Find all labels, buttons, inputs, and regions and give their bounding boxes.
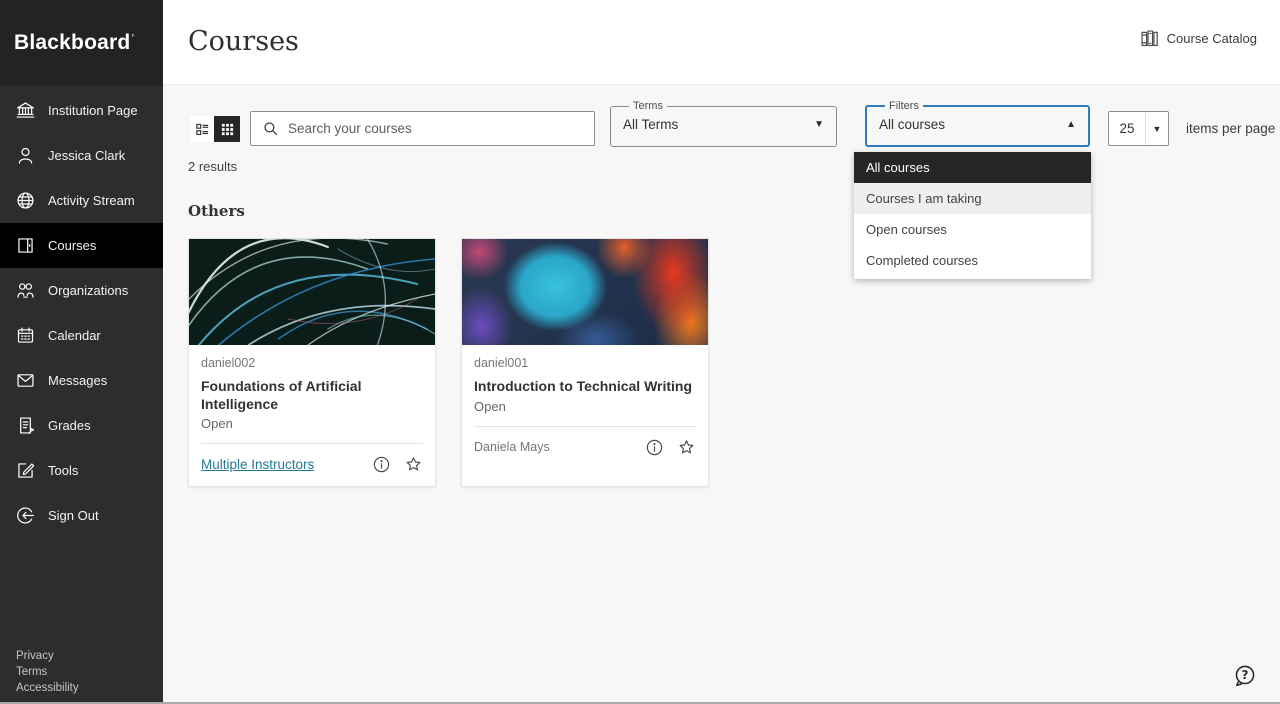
globe-icon: [14, 190, 36, 212]
filter-option-open-courses[interactable]: Open courses: [854, 214, 1091, 245]
page-header: Courses Course Catalog: [163, 0, 1280, 85]
question-bubble-icon: ?: [1232, 663, 1257, 688]
filters-value: All courses: [879, 117, 945, 132]
chevron-down-icon: ▼: [1146, 112, 1168, 145]
instructor-link[interactable]: Multiple Instructors: [201, 457, 314, 472]
sidebar-item-activity-stream[interactable]: Activity Stream: [0, 178, 163, 223]
filter-option-completed-courses[interactable]: Completed courses: [854, 245, 1091, 276]
items-per-page-select[interactable]: 25 ▼: [1108, 111, 1169, 146]
course-catalog-label: Course Catalog: [1167, 31, 1257, 46]
filters-legend: Filters: [885, 100, 923, 112]
courses-icon: [14, 235, 36, 257]
star-icon[interactable]: [677, 438, 696, 457]
app-window: Blackboard’ Institution Page Jessica Cla…: [0, 0, 1280, 704]
course-status: Open: [474, 399, 696, 414]
course-card-list: daniel002 Foundations of Artificial Inte…: [188, 238, 709, 487]
grid-view-button[interactable]: [214, 116, 240, 142]
divider: [474, 426, 696, 427]
list-view-icon: [195, 122, 210, 137]
grid-view-icon: [220, 122, 235, 137]
sidebar-item-label: Activity Stream: [48, 193, 135, 208]
course-title[interactable]: Foundations of Artificial Intelligence: [201, 378, 423, 413]
logo-trademark: ’: [131, 33, 134, 44]
course-image: [462, 239, 708, 345]
course-status: Open: [201, 416, 423, 431]
sidebar-item-label: Institution Page: [48, 103, 138, 118]
chevron-down-icon: ▼: [814, 119, 824, 130]
sidebar-item-organizations[interactable]: Organizations: [0, 268, 163, 313]
svg-text:?: ?: [1242, 668, 1249, 682]
tools-icon: [14, 460, 36, 482]
calendar-icon: [14, 325, 36, 347]
course-card[interactable]: daniel001 Introduction to Technical Writ…: [461, 238, 709, 487]
person-icon: [14, 145, 36, 167]
info-icon[interactable]: [645, 438, 664, 457]
grades-icon: [14, 415, 36, 437]
sidebar-item-label: Messages: [48, 373, 107, 388]
section-title: Others: [188, 202, 245, 220]
sidebar-item-calendar[interactable]: Calendar: [0, 313, 163, 358]
items-per-page-label: items per page: [1186, 121, 1275, 136]
help-button[interactable]: ?: [1232, 663, 1257, 688]
sign-out-icon: [14, 505, 36, 527]
terms-legend: Terms: [629, 100, 667, 112]
course-card-body: daniel001 Introduction to Technical Writ…: [462, 345, 708, 469]
search-input[interactable]: [288, 112, 594, 145]
logo-text: Blackboard: [14, 31, 130, 55]
course-id: daniel001: [474, 356, 696, 370]
items-per-page-value: 25: [1109, 112, 1146, 145]
accessibility-link[interactable]: Accessibility: [16, 680, 163, 696]
instructor-name: Daniela Mays: [474, 440, 550, 454]
course-catalog-button[interactable]: Course Catalog: [1139, 28, 1257, 49]
info-icon[interactable]: [372, 455, 391, 474]
search-box: [250, 111, 595, 146]
list-view-button[interactable]: [190, 116, 214, 142]
sidebar-item-label: Organizations: [48, 283, 128, 298]
envelope-icon: [14, 370, 36, 392]
page-title: Courses: [188, 26, 299, 57]
view-toggle: [190, 116, 240, 142]
course-title[interactable]: Introduction to Technical Writing: [474, 378, 696, 396]
course-card-footer: Multiple Instructors: [201, 455, 423, 474]
divider: [201, 443, 423, 444]
sidebar-item-profile[interactable]: Jessica Clark: [0, 133, 163, 178]
filters-dropdown-menu: All courses Courses I am taking Open cou…: [854, 152, 1091, 279]
sidebar-footer: Privacy Terms Accessibility: [0, 648, 163, 704]
course-image: [189, 239, 435, 345]
sidebar-item-label: Jessica Clark: [48, 148, 125, 163]
privacy-link[interactable]: Privacy: [16, 648, 163, 664]
star-icon[interactable]: [404, 455, 423, 474]
sidebar-nav: Institution Page Jessica Clark Activity …: [0, 88, 163, 538]
sidebar-item-label: Tools: [48, 463, 78, 478]
course-card-body: daniel002 Foundations of Artificial Inte…: [189, 345, 435, 486]
course-card-footer: Daniela Mays: [474, 438, 696, 457]
sidebar-item-label: Sign Out: [48, 508, 99, 523]
course-id: daniel002: [201, 356, 423, 370]
sidebar-item-tools[interactable]: Tools: [0, 448, 163, 493]
sidebar-item-label: Calendar: [48, 328, 101, 343]
sidebar-item-sign-out[interactable]: Sign Out: [0, 493, 163, 538]
chevron-up-icon: ▲: [1066, 119, 1076, 130]
terms-value: All Terms: [623, 117, 678, 132]
search-icon: [262, 120, 279, 137]
terms-link[interactable]: Terms: [16, 664, 163, 680]
course-card[interactable]: daniel002 Foundations of Artificial Inte…: [188, 238, 436, 487]
filter-option-all-courses[interactable]: All courses: [854, 152, 1091, 183]
people-icon: [14, 280, 36, 302]
terms-select[interactable]: Terms All Terms ▼: [610, 100, 837, 147]
filter-option-courses-i-am-taking[interactable]: Courses I am taking: [854, 183, 1091, 214]
books-icon: [1139, 28, 1160, 49]
bank-icon: [14, 100, 36, 122]
sidebar: Blackboard’ Institution Page Jessica Cla…: [0, 0, 163, 704]
sidebar-item-messages[interactable]: Messages: [0, 358, 163, 403]
results-count: 2 results: [188, 159, 237, 174]
sidebar-item-label: Grades: [48, 418, 91, 433]
sidebar-item-institution-page[interactable]: Institution Page: [0, 88, 163, 133]
sidebar-item-label: Courses: [48, 238, 96, 253]
sidebar-item-grades[interactable]: Grades: [0, 403, 163, 448]
blackboard-logo[interactable]: Blackboard’: [0, 0, 163, 85]
sidebar-item-courses[interactable]: Courses: [0, 223, 163, 268]
main-content: Courses Course Catalog Terms All Terms ▼: [163, 0, 1280, 704]
filters-select[interactable]: Filters All courses ▲: [865, 100, 1090, 147]
